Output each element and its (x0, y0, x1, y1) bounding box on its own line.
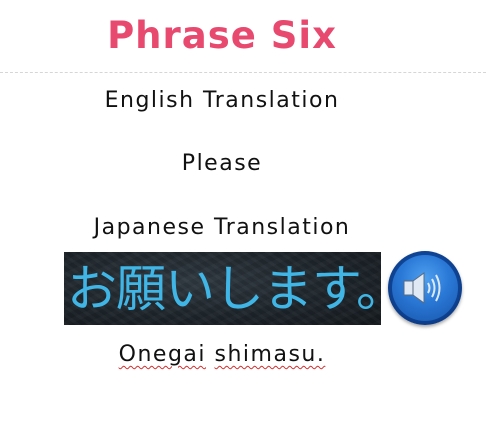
romaji-word-1: Onegai (118, 342, 207, 367)
page-title: Phrase Six (107, 14, 337, 57)
divider (0, 72, 486, 73)
japanese-text: お願いします。 (67, 260, 381, 318)
speaker-icon (403, 272, 441, 304)
japanese-text-image: お願いします。 (64, 252, 381, 325)
japanese-translation-heading: Japanese Translation (93, 215, 351, 240)
romaji-word-2: shimasu. (214, 342, 326, 367)
romaji-text: Onegai shimasu. (0, 342, 444, 367)
english-translation-text: Please (181, 151, 263, 176)
play-audio-button[interactable] (388, 251, 462, 325)
english-translation-heading: English Translation (104, 88, 340, 113)
